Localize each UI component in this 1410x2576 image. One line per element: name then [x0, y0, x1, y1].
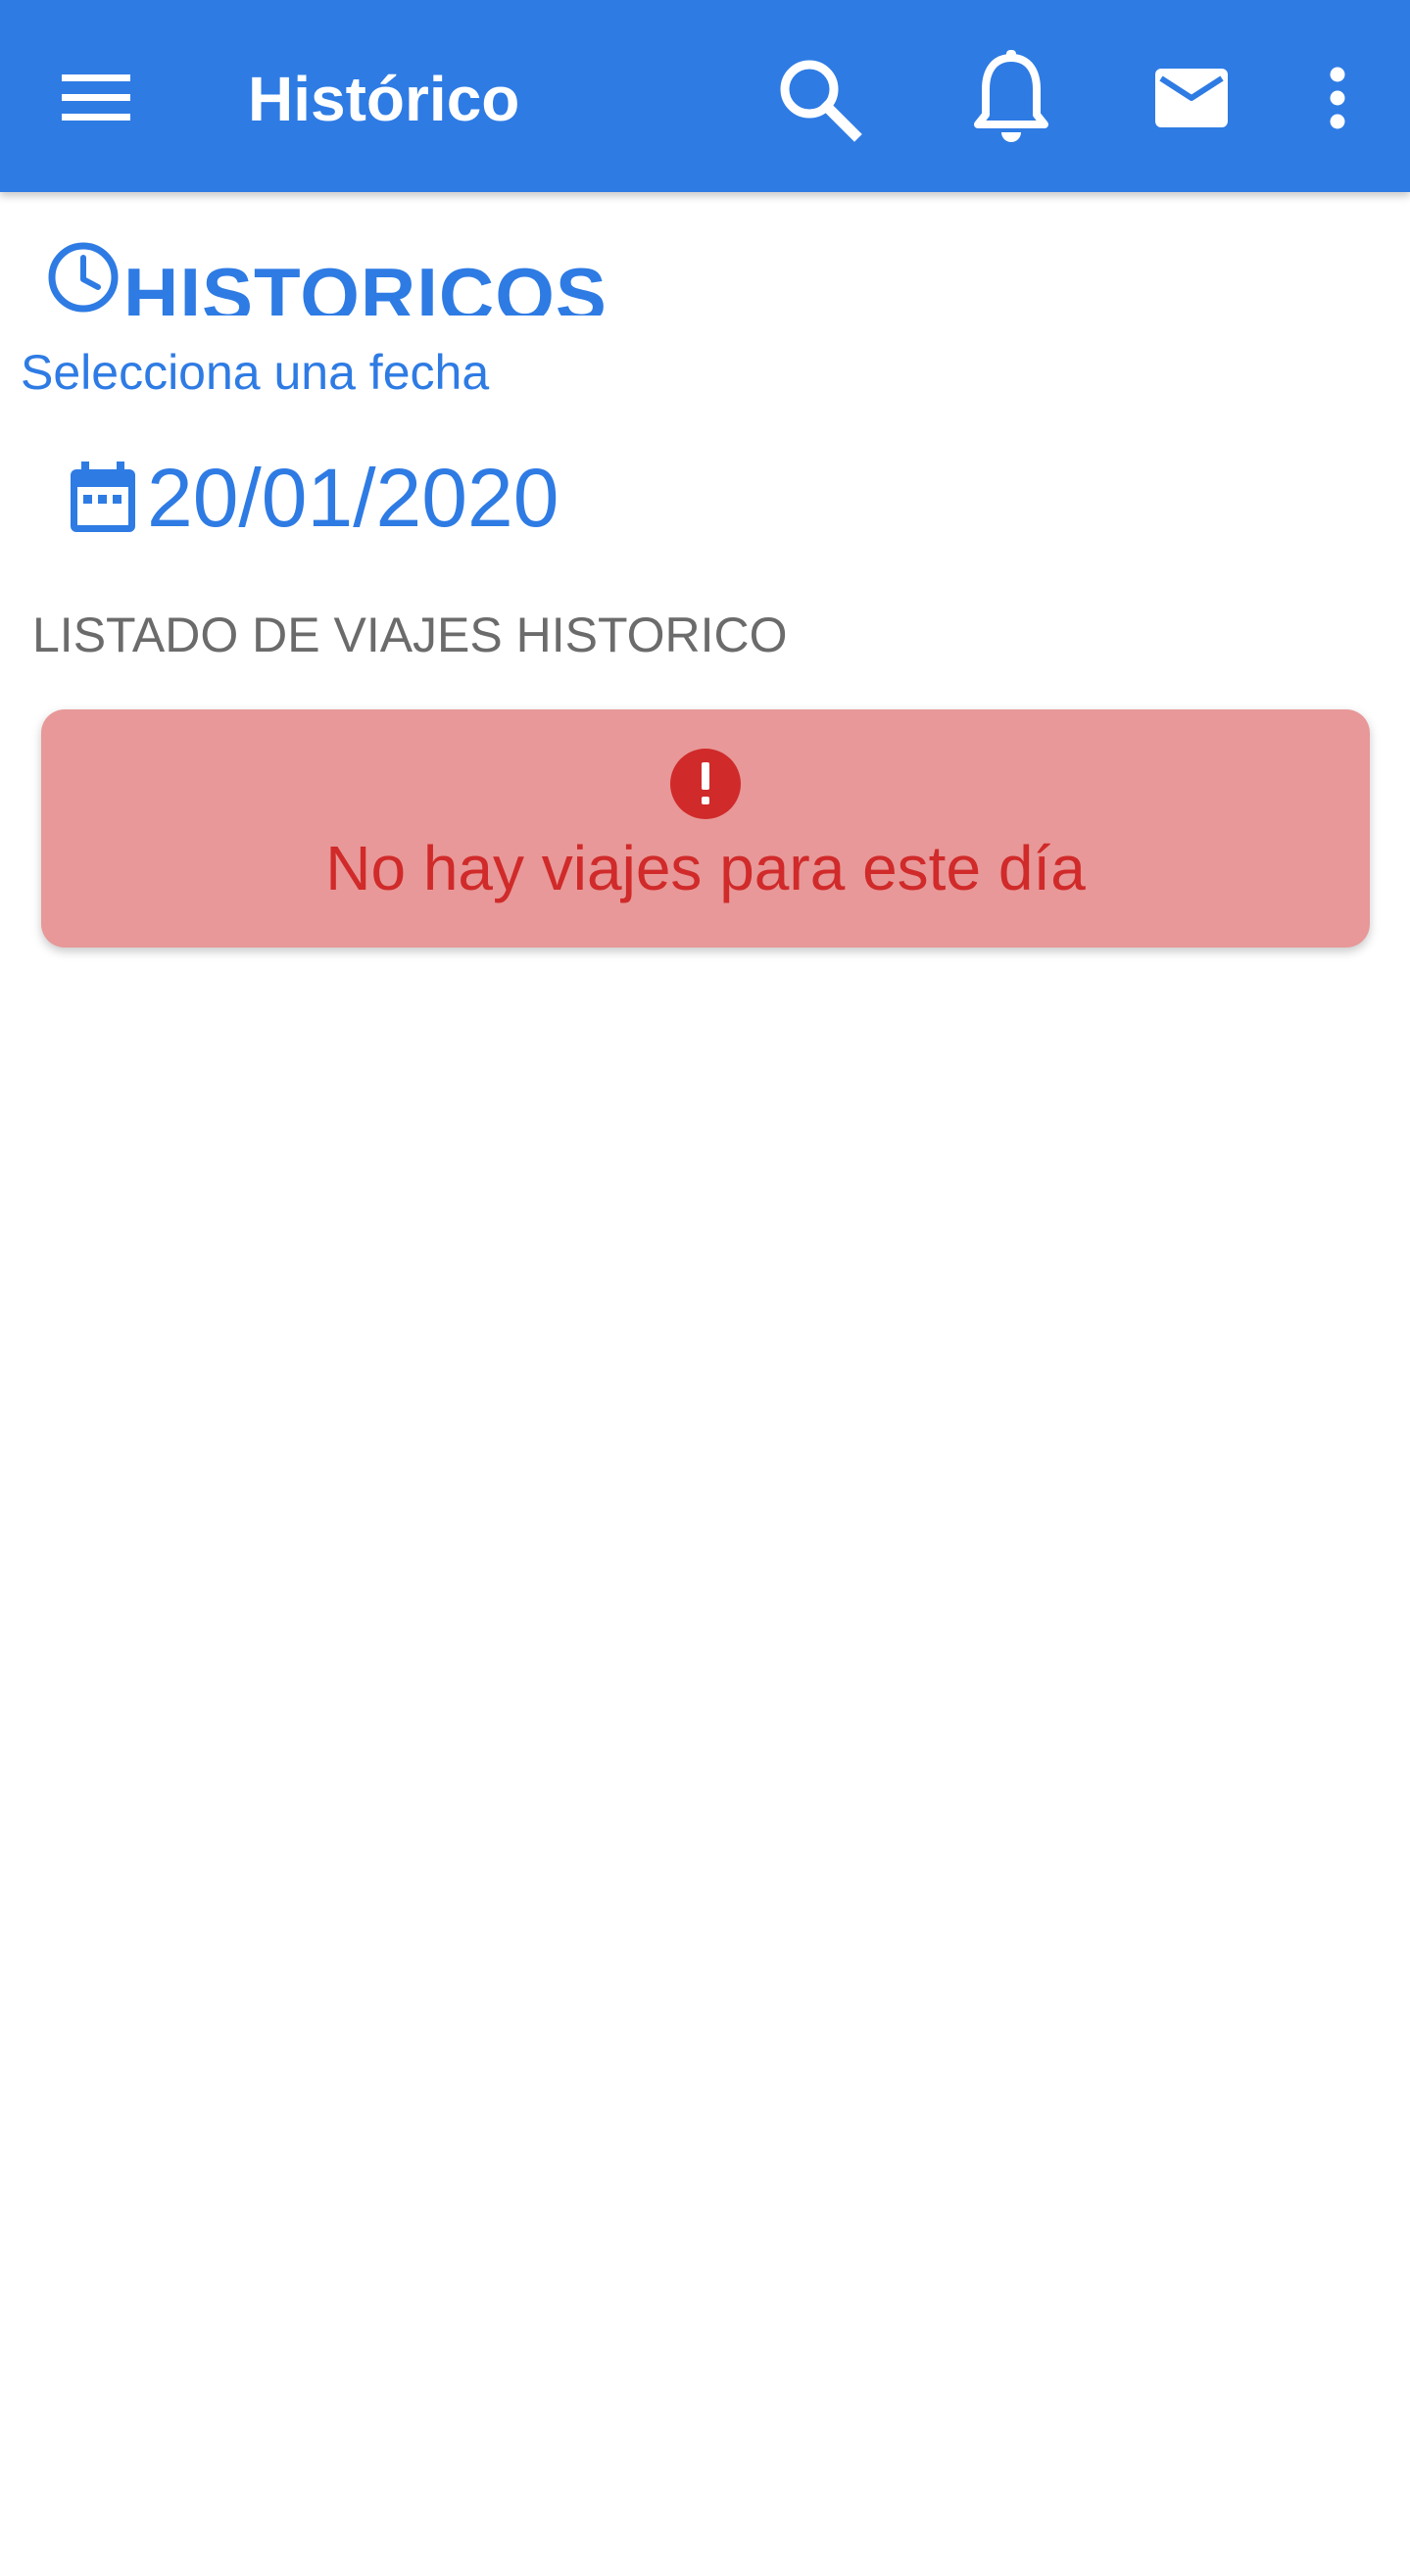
mail-icon [1155, 69, 1228, 127]
clock-icon [48, 242, 119, 313]
more-options-button[interactable] [1308, 49, 1367, 147]
empty-trips-message: No hay viajes para este día [325, 833, 1086, 903]
page-title: Histórico [248, 64, 520, 134]
empty-trips-alert: No hay viajes para este día [41, 709, 1370, 948]
alert-circle-icon [670, 749, 741, 819]
date-picker[interactable]: 20/01/2020 [69, 449, 559, 547]
search-icon [780, 60, 862, 142]
search-button[interactable] [769, 49, 867, 147]
calendar-icon [71, 462, 135, 532]
trips-list-header: LISTADO DE VIAJES HISTORICO [32, 608, 788, 662]
menu-button[interactable] [47, 49, 145, 147]
messages-button[interactable] [1143, 49, 1240, 147]
section-heading: HISTORICOS [47, 241, 733, 316]
select-date-label: Selecciona una fecha [21, 345, 490, 400]
bell-icon [974, 50, 1048, 142]
menu-icon [62, 74, 130, 121]
selected-date[interactable]: 20/01/2020 [147, 449, 559, 547]
notifications-button[interactable] [960, 45, 1062, 153]
app-bar: Histórico [0, 0, 1410, 192]
more-vert-icon [1330, 67, 1345, 129]
historicos-content: HISTORICOS Selecciona una fecha 20/01/20… [0, 192, 1410, 2576]
section-title: HISTORICOS [123, 252, 608, 316]
